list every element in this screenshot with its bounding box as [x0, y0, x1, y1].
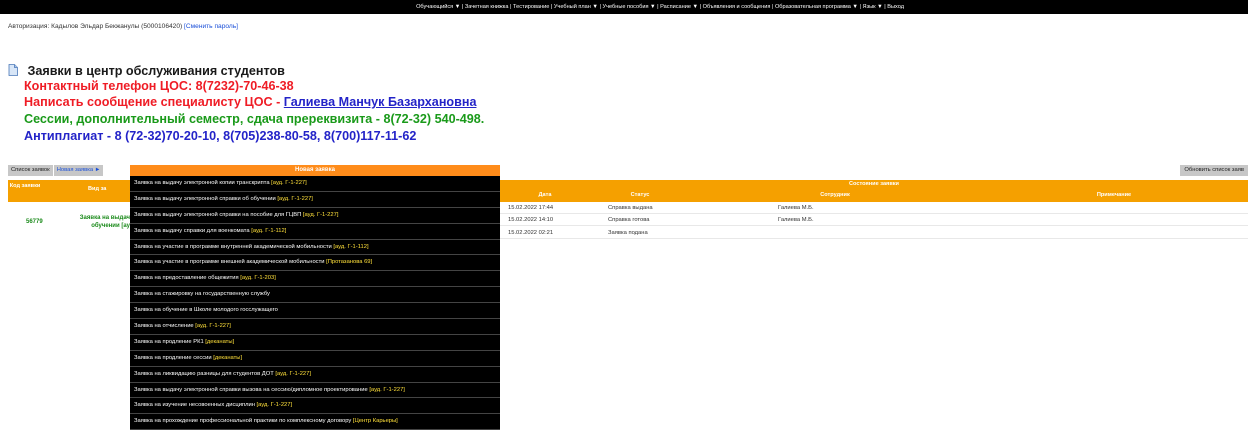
- request-type[interactable]: Заявка на выдач обучении [ау: [60, 214, 130, 230]
- menu-item-location: [деканаты]: [213, 354, 243, 361]
- menu-item-label: Заявка на обучение в Школе молодого госс…: [134, 307, 278, 314]
- menu-item-location: [деканаты]: [205, 338, 235, 345]
- menu-item-label: Заявка на выдачу справки для военкомата: [134, 227, 252, 234]
- menu-item-location: [ауд. Г-1-203]: [240, 275, 276, 282]
- status-column-header: Статус: [630, 192, 650, 198]
- menu-item[interactable]: Заявка на выдачу электронной справки выз…: [130, 383, 500, 399]
- menu-item-location: [Протазанова 69]: [326, 259, 373, 266]
- menu-item-location: [ауд. Г-1-227]: [256, 402, 293, 409]
- menu-item[interactable]: Заявка на участие в программе внутренней…: [130, 240, 500, 256]
- staff-column-header: Сотрудник: [820, 192, 850, 198]
- menu-item[interactable]: Заявка на стажировку на государственную …: [130, 287, 500, 304]
- menu-item[interactable]: Заявка на выдачу электронной копии транс…: [130, 176, 500, 192]
- antiplagiat-contact: Антиплагиат - 8 (72-32)70-20-10, 8(705)2…: [24, 129, 417, 143]
- menu-item-label: Заявка на выдачу электронной справки об …: [134, 195, 278, 202]
- type-column-header: Вид за: [88, 186, 107, 192]
- menu-item-label: Заявка на выдачу электронной копии транс…: [134, 180, 272, 186]
- sessions-contact: Сессии, дополнительный семестр, сдача пр…: [24, 112, 485, 126]
- history-status: Заявка подана: [608, 230, 648, 236]
- state-column-header: Состояние заявки: [848, 181, 899, 187]
- page-title-row: Заявки в центр обслуживания студентов: [8, 62, 285, 80]
- code-column-header: Код заявки: [9, 183, 41, 189]
- refresh-list-button[interactable]: Обновить список заяв: [1180, 165, 1248, 176]
- menu-item-location: [ауд. Г-1-227]: [275, 370, 311, 377]
- menu-item[interactable]: Заявка на обучение в Школе молодого госс…: [130, 303, 500, 320]
- row-divider: [500, 225, 1248, 226]
- history-staff: Галиева М.Б.: [778, 217, 814, 223]
- menu-item-label: Заявка на продление сессии: [134, 354, 214, 361]
- page-title: Заявки в центр обслуживания студентов: [27, 64, 285, 78]
- menu-item-label: Заявка на изучение несовоенных дисциплин: [134, 402, 257, 409]
- menu-item-location: [ауд. Г-1-227]: [271, 180, 307, 186]
- menu-item[interactable]: Заявка на отчисление [ауд. Г-1-227]: [130, 319, 500, 335]
- request-code[interactable]: 56779: [26, 219, 43, 225]
- menu-item-location: [ауд. Г-1-112]: [251, 227, 287, 234]
- history-status: Справка готова: [608, 217, 650, 223]
- new-request-menu: Новая заявка Заявка на выдачу электронно…: [130, 165, 500, 430]
- tab-request-list[interactable]: Список заявок: [8, 165, 53, 176]
- menu-item[interactable]: Заявка на выдачу электронной справки на …: [130, 208, 500, 224]
- menu-item-label: Заявка на выдачу электронной справки выз…: [134, 386, 370, 393]
- menu-item[interactable]: Заявка на изучение несовоенных дисциплин…: [130, 398, 500, 415]
- menu-item-label: Заявка на ликвидацию разницы для студент…: [134, 370, 276, 377]
- history-date: 15.02.2022 02:21: [508, 230, 554, 236]
- top-menu-links[interactable]: Обучающийся ▼ | Зачетная книжка | Тестир…: [416, 0, 904, 14]
- history-date: 15.02.2022 14:10: [508, 217, 554, 223]
- menu-item-label: Заявка на выдачу электронной справки на …: [134, 211, 303, 218]
- menu-item[interactable]: Заявка на предоставление общежития [ауд.…: [130, 271, 500, 288]
- date-column-header: Дата: [538, 192, 552, 198]
- menu-item-label: Заявка на прохождение профессиональной п…: [134, 418, 353, 425]
- note-column-header: Примечание: [1096, 192, 1132, 198]
- document-icon: [8, 63, 18, 76]
- menu-item[interactable]: Заявка на прохождение профессиональной п…: [130, 414, 500, 430]
- row-divider: [500, 238, 1248, 239]
- menu-item[interactable]: Заявка на продление РК1 [деканаты]: [130, 335, 500, 351]
- message-line: Написать сообщение специалисту ЦОС - Гал…: [24, 95, 476, 109]
- top-navigation-bar: Обучающийся ▼ | Зачетная книжка | Тестир…: [0, 0, 1248, 14]
- auth-label: Авторизация:: [8, 23, 50, 30]
- menu-item-location: [ауд. Г-1-227]: [195, 323, 231, 330]
- specialist-link[interactable]: Галиева Манчук Базархановна: [284, 95, 477, 109]
- menu-item-label: Заявка на участие в программе внешней ак…: [134, 259, 327, 266]
- authorization-line: Авторизация: Кадылов Эльдар Бекжанулы (5…: [8, 23, 238, 30]
- new-request-menu-header: Новая заявка: [130, 165, 500, 176]
- menu-item-location: [ауд. Г-1-227]: [369, 386, 405, 393]
- history-date: 15.02.2022 17:44: [508, 205, 554, 211]
- request-tabs: Список заявок Новая заявка ►: [8, 165, 104, 176]
- menu-item[interactable]: Заявка на выдачу справки для военкомата …: [130, 224, 500, 240]
- message-prefix: Написать сообщение специалисту ЦОС -: [24, 95, 284, 109]
- menu-item-label: Заявка на участие в программе внутренней…: [134, 243, 334, 250]
- menu-item[interactable]: Заявка на ликвидацию разницы для студент…: [130, 367, 500, 383]
- menu-item-label: Заявка на продление РК1: [134, 338, 206, 345]
- menu-item-location: [ауд. Г-1-227]: [277, 195, 313, 202]
- menu-item-location: [ауд. Г-1-112]: [333, 243, 369, 250]
- menu-item[interactable]: Заявка на выдачу электронной справки об …: [130, 192, 500, 208]
- tab-new-request[interactable]: Новая заявка ►: [53, 165, 104, 176]
- menu-item-label: Заявка на предоставление общежития: [134, 275, 241, 282]
- menu-item-label: Заявка на отчисление: [134, 323, 196, 330]
- history-staff: Галиева М.Б.: [778, 205, 814, 211]
- menu-item-label: Заявка на стажировку на государственную …: [134, 291, 270, 298]
- menu-item-location: [Центр Карьеры]: [352, 418, 398, 425]
- contact-phone: Контактный телефон ЦОС: 8(7232)-70-46-38: [24, 79, 294, 93]
- menu-item[interactable]: Заявка на участие в программе внешней ак…: [130, 255, 500, 272]
- history-status: Справка выдана: [608, 205, 653, 211]
- menu-item[interactable]: Заявка на продление сессии [деканаты]: [130, 351, 500, 367]
- menu-item-location: [ауд. Г-1-227]: [302, 211, 339, 218]
- change-password-link[interactable]: [Сменить пароль]: [184, 23, 238, 30]
- row-divider: [500, 213, 1248, 214]
- auth-user: Кадылов Эльдар Бекжанулы (5000106420): [51, 23, 183, 30]
